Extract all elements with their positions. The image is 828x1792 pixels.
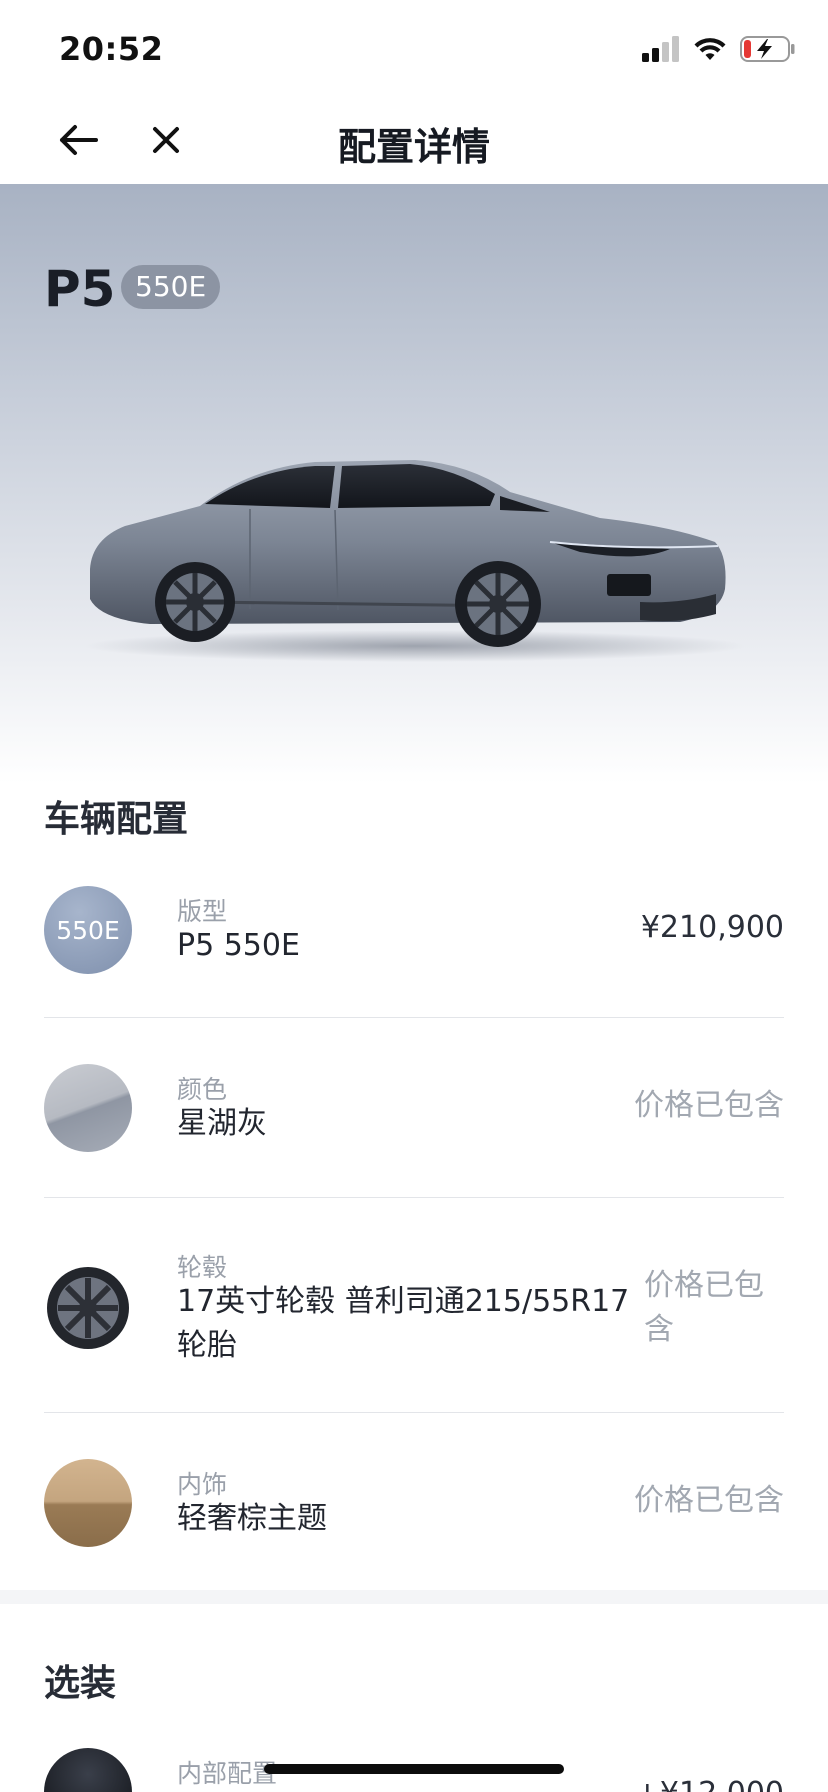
- config-category: 轮毂: [177, 1253, 228, 1282]
- divider: [44, 1017, 784, 1018]
- config-value: 轻奢棕主题: [177, 1501, 327, 1536]
- home-indicator: [264, 1764, 564, 1774]
- nav-bar: 配置详情: [0, 96, 828, 184]
- section-separator: [0, 1590, 828, 1604]
- config-price: 价格已包含: [644, 1268, 764, 1347]
- divider: [44, 1412, 784, 1413]
- wheel-swatch: [44, 1264, 132, 1352]
- config-value: 17英寸轮毂 普利司通215/55R17轮胎: [177, 1284, 630, 1363]
- config-row-wheel: 轮毂 17英寸轮毂 普利司通215/55R17轮胎 价格已包含: [44, 1244, 784, 1374]
- options-title: 选装: [44, 1663, 117, 1704]
- config-category: 版型: [177, 897, 228, 926]
- model-name: P5: [44, 260, 116, 318]
- interior-swatch: [44, 1459, 132, 1547]
- config-category: 内饰: [177, 1470, 228, 1499]
- cellular-signal-icon: [642, 36, 679, 62]
- vehicle-config-title: 车辆配置: [44, 799, 189, 840]
- color-swatch: [44, 1064, 132, 1152]
- config-value: P5 550E: [177, 928, 300, 963]
- status-time: 20:52: [59, 30, 164, 68]
- config-row-color: 颜色 星湖灰 价格已包含: [44, 1064, 784, 1152]
- battery-charging-icon: [740, 36, 795, 62]
- option-swatch: [44, 1748, 132, 1792]
- wifi-icon: [694, 38, 726, 60]
- config-row-interior: 内饰 轻奢棕主题 价格已包含: [44, 1459, 784, 1547]
- config-category: 内部配置: [177, 1759, 278, 1788]
- config-value: 星湖灰: [177, 1106, 267, 1141]
- divider: [44, 1197, 784, 1198]
- page-title: 配置详情: [337, 125, 490, 169]
- trim-swatch: 550E: [44, 886, 132, 974]
- wheel-icon: [47, 1267, 129, 1349]
- vehicle-hero: P5 550E: [0, 184, 828, 784]
- trim-badge: 550E: [121, 265, 221, 309]
- car-image: [85, 460, 745, 662]
- config-price: +¥12,000: [635, 1772, 784, 1792]
- config-row-trim: 550E 版型 P5 550E ¥210,900: [44, 886, 784, 974]
- config-price: ¥210,900: [640, 910, 784, 945]
- trim-swatch-label: 550E: [56, 915, 120, 945]
- config-price: 价格已包含: [634, 1483, 784, 1518]
- status-icons: [642, 36, 796, 62]
- config-category: 颜色: [177, 1075, 228, 1104]
- config-price: 价格已包含: [634, 1088, 784, 1123]
- status-bar: 20:52: [0, 0, 828, 96]
